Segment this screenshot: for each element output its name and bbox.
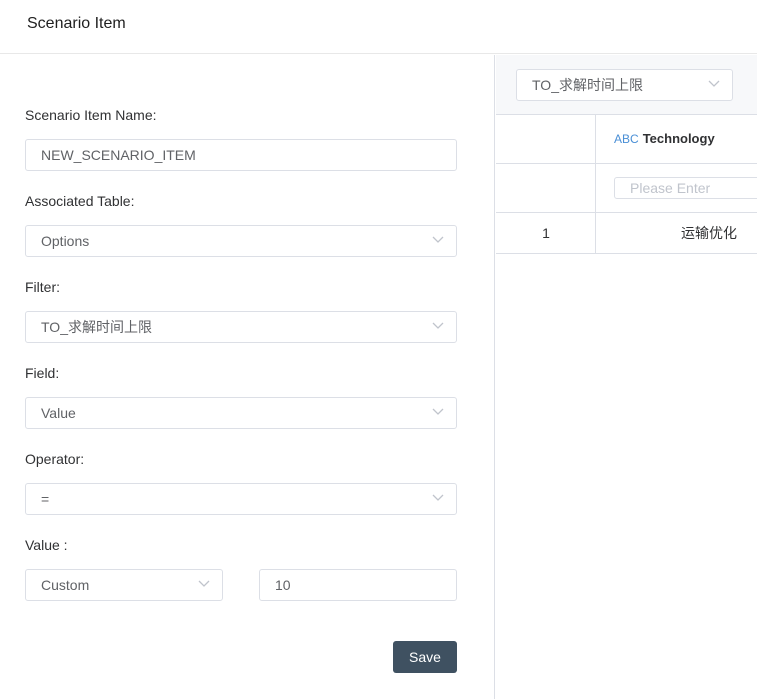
value-mode-value: Custom [41, 577, 90, 593]
grid-header-row: ABC Technology [496, 115, 757, 164]
table-row[interactable]: 1 运输优化 [496, 213, 757, 254]
column-filter-input[interactable]: Please Enter [614, 177, 757, 199]
grid-filter-row: Please Enter [496, 164, 757, 213]
associated-table-label: Associated Table: [25, 193, 135, 209]
operator-select[interactable]: = [25, 483, 457, 515]
app-header: Scenario Item [0, 0, 757, 54]
field-label: Field: [25, 365, 60, 381]
scenario-item-name-input[interactable]: NEW_SCENARIO_ITEM [25, 139, 457, 171]
operator-label: Operator: [25, 451, 85, 467]
chevron-down-icon [432, 408, 444, 415]
text-type-icon: ABC [614, 132, 639, 146]
technology-cell[interactable]: 运输优化 [681, 213, 737, 253]
chevron-down-icon [432, 322, 444, 329]
preview-filter-select[interactable]: TO_求解时间上限 [516, 69, 733, 101]
field-value: Value [41, 405, 76, 421]
page-title: Scenario Item [27, 15, 126, 32]
row-index: 1 [542, 225, 550, 241]
filter-value: TO_求解时间上限 [41, 319, 152, 335]
associated-table-select[interactable]: Options [25, 225, 457, 257]
preview-toolbar: TO_求解时间上限 [496, 55, 757, 115]
associated-table-value: Options [41, 233, 90, 249]
chevron-down-icon [432, 494, 444, 501]
value-input[interactable]: 10 [259, 569, 457, 601]
operator-value: = [41, 491, 50, 507]
index-header-cell [496, 115, 596, 163]
data-preview-panel: TO_求解时间上限 ABC Technology Please Enter 1 运… [496, 55, 757, 699]
field-select[interactable]: Value [25, 397, 457, 429]
filter-label: Filter: [25, 279, 60, 295]
preview-filter-value: TO_求解时间上限 [532, 77, 643, 93]
chevron-down-icon [432, 236, 444, 243]
scenario-item-form: Scenario Item Name: NEW_SCENARIO_ITEM As… [0, 55, 495, 699]
value-mode-select[interactable]: Custom [25, 569, 223, 601]
chevron-down-icon [198, 580, 210, 587]
column-header-label: Technology [642, 131, 715, 146]
name-label: Scenario Item Name: [25, 107, 157, 123]
chevron-down-icon [708, 80, 720, 87]
value-label: Value : [25, 537, 68, 553]
column-header-technology[interactable]: ABC Technology [614, 115, 715, 163]
save-button[interactable]: Save [393, 641, 457, 673]
filter-select[interactable]: TO_求解时间上限 [25, 311, 457, 343]
index-filter-cell [496, 164, 596, 212]
